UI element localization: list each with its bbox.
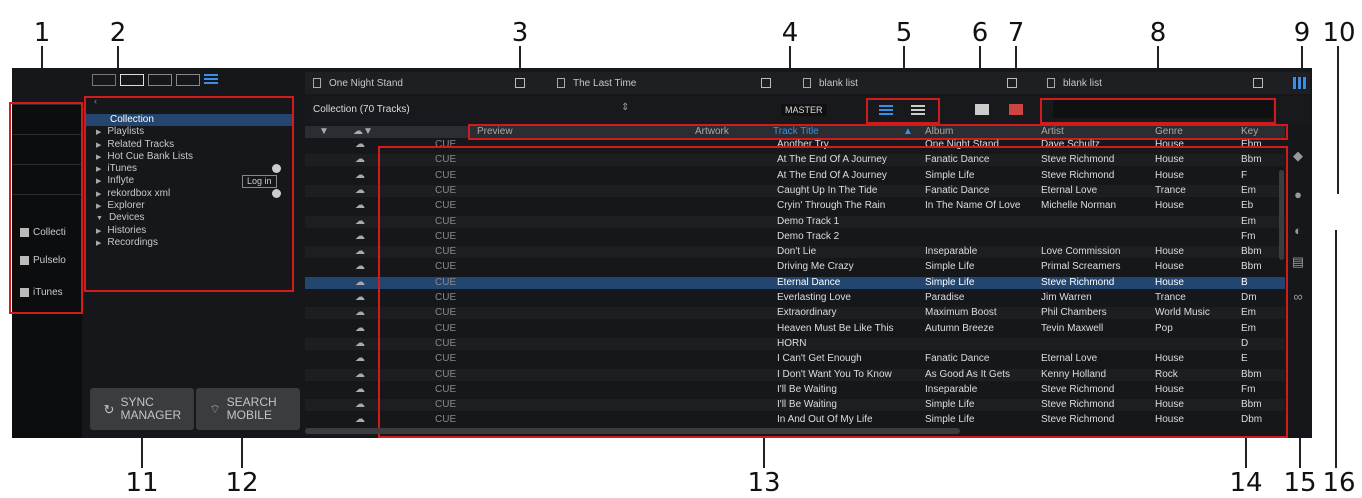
cloud-icon: ☁ [355,292,365,303]
callout-5: 5 [895,18,913,48]
callout-13: 13 [747,468,781,498]
playlist-icon [803,78,811,88]
leader-3 [519,46,521,70]
cloud-icon: ☁ [355,169,365,181]
wifi-icon: ⌔ [209,401,221,416]
callout-2: 2 [109,18,127,48]
sync-manager-button[interactable]: ↻ SYNC MANAGER [90,388,194,430]
cloud-icon: ☁ [355,368,365,380]
cloud-icon: ☁ [355,200,365,212]
cloud-icon: ☁ [355,414,365,426]
list-view-icon[interactable] [204,74,218,84]
cloud-icon: ☁ [355,246,365,258]
callout-1: 1 [33,18,51,48]
filter-icon[interactable]: ▼ [319,126,329,138]
highlight-13 [378,146,1288,438]
cloud-icon: ☁ [355,230,365,242]
callout-4: 4 [781,18,799,48]
highlight-2 [84,96,294,292]
cloud-icon: ☁ [355,337,365,349]
callout-8: 8 [1149,18,1167,48]
cloud-icon: ☁ [355,353,365,365]
tab-2[interactable]: blank list [803,72,858,94]
leader-10 [1337,46,1339,194]
callout-15: 15 [1283,468,1317,498]
playlist-icon [313,78,321,88]
cloud-icon: ☁ [355,276,365,288]
collection-title: Collection (70 Tracks) [313,104,410,115]
leader-13 [763,436,765,468]
key-icon[interactable]: ◐ [1288,220,1308,240]
layout-1-button[interactable] [120,74,144,86]
callout-3: 3 [511,18,529,48]
highlight-4 [468,124,1288,140]
sampler-icon[interactable] [975,104,989,115]
sync-manager-label: SYNC MANAGER [120,395,182,422]
sampler-panel-icon[interactable]: ● [1288,184,1308,204]
cloud-icon: ☁ [355,322,365,334]
cloud-icon: ☁ [355,139,365,150]
view-toggle-bar [92,74,242,86]
vertical-scrollbar[interactable] [1279,170,1284,260]
horizontal-scrollbar[interactable] [305,428,960,434]
tab-label: blank list [1063,77,1102,89]
tab-3[interactable]: blank list [1047,72,1102,94]
highlight-8 [1040,98,1276,124]
playlist-icon [1047,78,1055,88]
cloud-icon: ☁ [355,215,365,227]
link-icon[interactable]: ∞ [1288,286,1308,306]
split-view-icon[interactable] [1293,77,1307,89]
sort-updown-icon[interactable]: ⇕ [621,102,629,113]
callout-6: 6 [971,18,989,48]
info-panel-icon[interactable]: ▤ [1288,252,1308,272]
search-mobile-label: SEARCH MOBILE [226,395,277,422]
layout-2-button[interactable] [148,74,172,86]
cloud-icon: ☁ [355,399,365,411]
cloud-filter-icon[interactable]: ☁▼ [353,126,373,138]
layout-3-button[interactable] [176,74,200,86]
callout-7: 7 [1007,18,1025,48]
tab-label: One Night Stand [329,77,403,89]
highlight-1 [9,102,83,314]
cloud-icon: ☁ [355,154,365,166]
tab-label: blank list [819,77,858,89]
playlist-icon [557,78,565,88]
tab-1[interactable]: The Last Time [557,72,636,94]
related-tracks-icon[interactable] [1009,104,1023,115]
search-mobile-button[interactable]: ⌔ SEARCH MOBILE [196,388,300,430]
callout-12: 12 [225,468,259,498]
leader-16 [1335,230,1337,468]
cloud-icon: ☁ [355,261,365,273]
callout-16: 16 [1322,468,1356,498]
tab-0-menu-icon[interactable] [515,78,525,88]
tab-0[interactable]: One Night Stand [313,72,403,94]
tab-1-menu-icon[interactable] [761,78,771,88]
tag-button[interactable] [92,74,116,86]
mytag-icon[interactable]: ◆ [1288,146,1308,166]
cloud-icon: ☁ [355,307,365,319]
tab-2-menu-icon[interactable] [1007,78,1017,88]
callout-14: 14 [1229,468,1263,498]
highlight-5 [866,98,940,124]
callout-10: 10 [1322,18,1356,48]
tab-label: The Last Time [573,77,637,89]
callout-11: 11 [125,468,159,498]
cloud-icon: ☁ [355,184,365,196]
tab-3-menu-icon[interactable] [1253,78,1263,88]
master-label[interactable]: MASTER [781,104,827,116]
sync-icon: ↻ [103,401,115,417]
tab-bar: One Night Stand The Last Time blank list… [305,72,1310,94]
cloud-icon: ☁ [355,383,365,395]
